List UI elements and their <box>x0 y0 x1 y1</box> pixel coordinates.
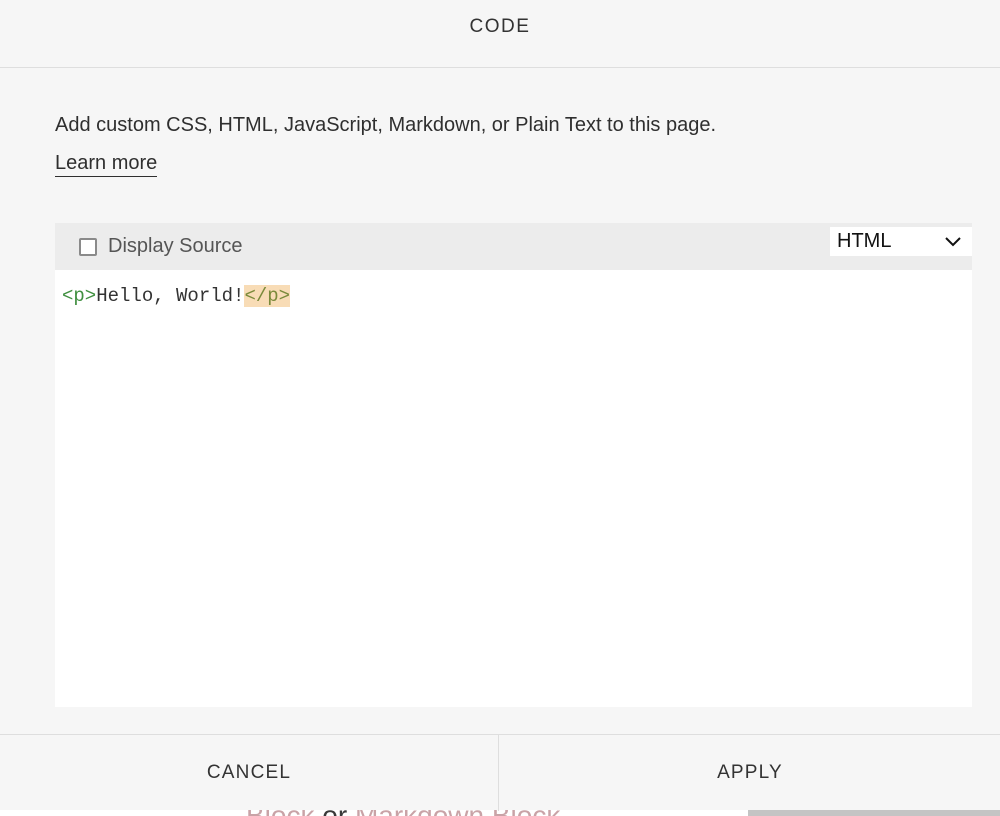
language-select-value: HTML <box>837 230 892 252</box>
code-input[interactable]: <p>Hello, World!</p> <box>55 270 972 707</box>
display-source-checkbox[interactable] <box>79 237 97 256</box>
apply-button[interactable]: APPLY <box>500 735 1000 811</box>
code-token-tag: <p> <box>62 285 97 307</box>
language-select[interactable]: HTML <box>830 227 972 256</box>
dialog-description: Add custom CSS, HTML, JavaScript, Markdo… <box>55 114 717 136</box>
learn-more-link[interactable]: Learn more <box>55 152 158 177</box>
display-source-toggle[interactable]: Display Source <box>79 235 243 258</box>
code-editor: Display Source HTML <p>Hello, World!</p> <box>55 223 972 707</box>
chevron-down-icon <box>945 236 961 246</box>
dialog-footer: CANCEL APPLY <box>0 734 1000 811</box>
cancel-button[interactable]: CANCEL <box>0 735 499 811</box>
dialog-title: CODE <box>469 15 531 37</box>
editor-toolbar: Display Source HTML <box>55 223 972 270</box>
code-token-text: Hello, World! <box>96 285 245 307</box>
code-dialog: CODE Add custom CSS, HTML, JavaScript, M… <box>0 0 1000 811</box>
dialog-header: CODE <box>0 0 1000 68</box>
code-token-tag-highlighted: </p> <box>244 285 291 307</box>
display-source-label: Display Source <box>108 235 243 257</box>
